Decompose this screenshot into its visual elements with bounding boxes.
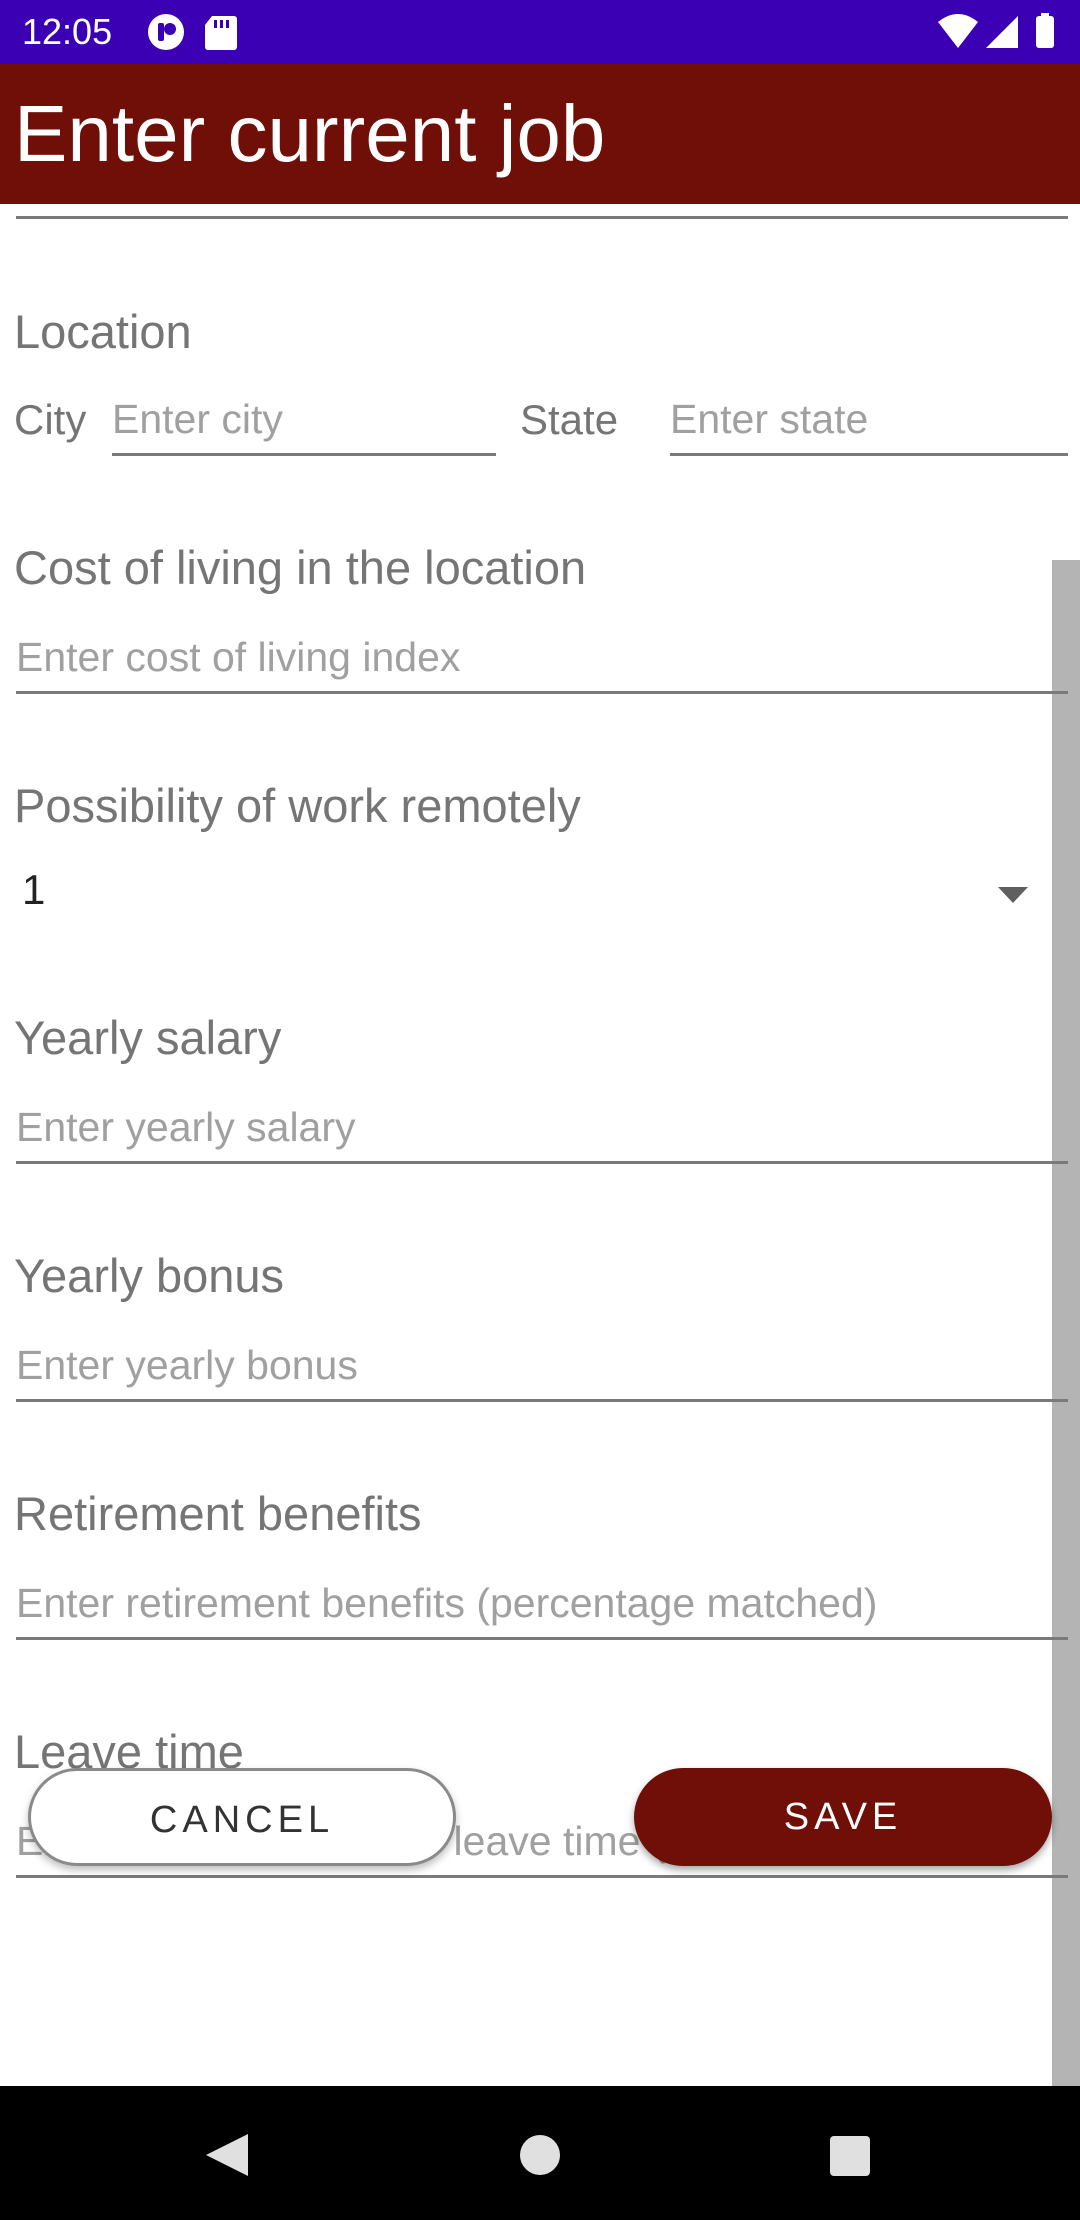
page-title: Enter current job bbox=[14, 89, 606, 178]
save-button[interactable]: SAVE bbox=[634, 1768, 1052, 1866]
yearly-bonus-label: Yearly bonus bbox=[14, 1249, 285, 1302]
cost-of-living-input[interactable]: Enter cost of living index bbox=[16, 634, 1068, 694]
status-left-icons bbox=[146, 12, 246, 52]
status-bar: 12:05 bbox=[0, 0, 1080, 64]
home-icon bbox=[520, 2135, 560, 2175]
yearly-salary-input[interactable]: Enter yearly salary bbox=[16, 1104, 1068, 1164]
status-right-icons bbox=[936, 12, 1060, 52]
app-bar: Enter current job bbox=[0, 64, 1080, 204]
recents-icon bbox=[830, 2136, 870, 2176]
city-input[interactable]: Enter city bbox=[112, 396, 496, 456]
navigation-bar bbox=[0, 2086, 1080, 2220]
app-notification-icon bbox=[148, 14, 184, 50]
company-field-underline bbox=[16, 216, 1068, 219]
yearly-bonus-input[interactable]: Enter yearly bonus bbox=[16, 1342, 1068, 1402]
remote-work-spinner-value[interactable]: 1 bbox=[22, 866, 45, 914]
dropdown-arrow-icon[interactable] bbox=[998, 887, 1028, 908]
signal-icon bbox=[986, 16, 1018, 48]
retirement-benefits-input[interactable]: Enter retirement benefits (percentage ma… bbox=[16, 1580, 1068, 1640]
cost-of-living-label: Cost of living in the location bbox=[14, 541, 587, 594]
wifi-icon bbox=[938, 14, 978, 48]
sd-card-icon bbox=[205, 16, 237, 50]
location-label: Location bbox=[14, 305, 192, 358]
back-icon bbox=[206, 2134, 248, 2176]
remote-work-label: Possibility of work remotely bbox=[14, 779, 581, 832]
state-input[interactable]: Enter state bbox=[670, 396, 1068, 456]
battery-icon bbox=[1036, 16, 1054, 48]
retirement-benefits-label: Retirement benefits bbox=[14, 1487, 422, 1540]
cancel-button[interactable]: CANCEL bbox=[28, 1768, 456, 1866]
state-label: State bbox=[520, 396, 619, 443]
status-time: 12:05 bbox=[22, 11, 113, 52]
city-label: City bbox=[14, 396, 87, 443]
yearly-salary-label: Yearly salary bbox=[14, 1011, 282, 1064]
